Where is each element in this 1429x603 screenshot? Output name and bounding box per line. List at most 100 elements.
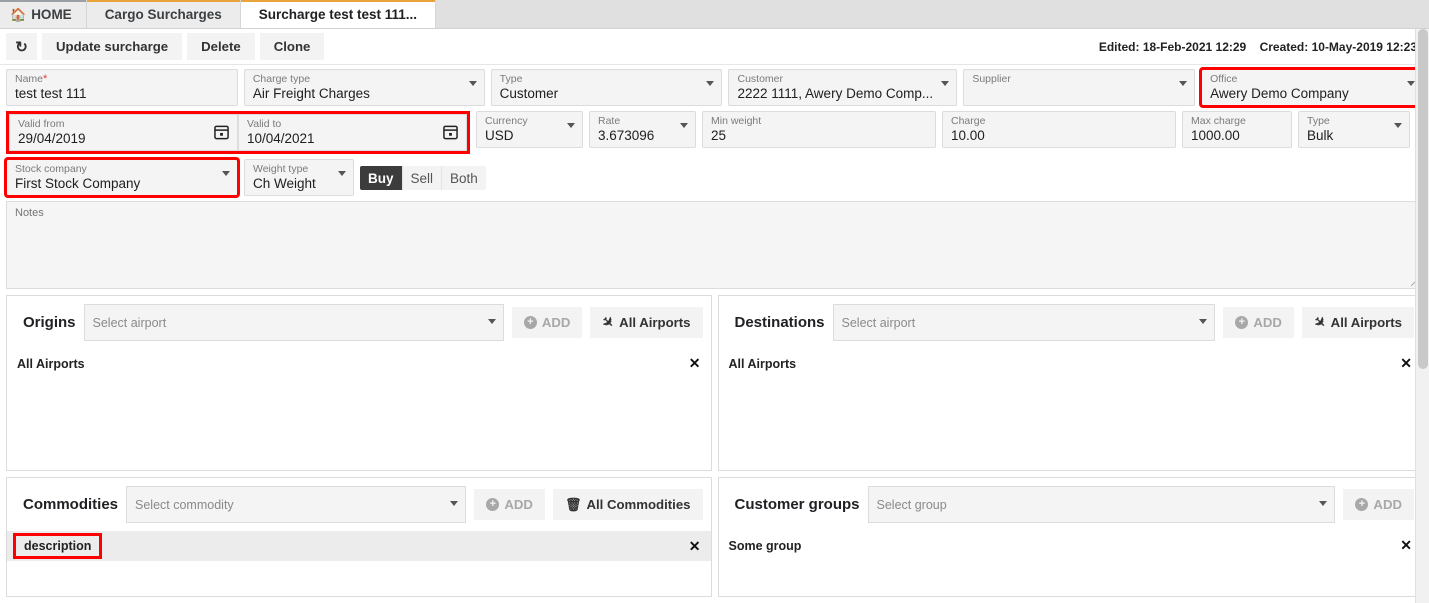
tab-home[interactable]: 🏠 HOME [0,0,87,28]
type-label: Type [500,73,714,85]
stock-company-select[interactable]: Stock company First Stock Company [6,159,238,196]
validity-highlight-group: Valid from 29/04/2019 Valid to 10/04/202… [6,111,470,154]
plus-circle-icon: + [1355,498,1368,511]
destinations-row-label: All Airports [729,357,797,371]
toggle-option-both[interactable]: Both [442,166,486,190]
tab-cargo-surcharges[interactable]: Cargo Surcharges [87,0,241,28]
tab-home-label: HOME [31,7,72,22]
chevron-down-icon [469,81,477,86]
chevron-down-icon [1394,123,1402,128]
chevron-down-icon [941,81,949,86]
destinations-airport-placeholder: Select airport [842,316,916,330]
notes-label: Notes [15,207,1414,219]
notes-textarea[interactable]: Notes [6,201,1423,289]
charge-type-select[interactable]: Charge type Air Freight Charges [244,69,485,106]
calendar-icon[interactable] [214,124,229,140]
origins-all-airports-label: All Airports [619,315,690,330]
min-weight-field[interactable]: Min weight 25 [702,111,936,148]
chevron-down-icon [706,81,714,86]
charge-value: 10.00 [951,127,1167,145]
refresh-icon: ↻ [15,38,28,56]
origins-airport-select[interactable]: Select airport [84,304,504,341]
action-toolbar: ↻ Update surcharge Delete Clone Edited: … [0,29,1429,65]
vertical-scrollbar[interactable] [1415,29,1429,603]
origins-add-button[interactable]: + ADD [512,307,583,338]
currency-label: Currency [485,115,574,127]
toggle-option-sell[interactable]: Sell [403,166,443,190]
valid-to-field[interactable]: Valid to 10/04/2021 [238,114,467,151]
origins-panel: Origins Select airport + ADD ✈ All Airpo… [6,295,712,471]
clone-button[interactable]: Clone [260,33,325,60]
min-weight-value: 25 [711,127,927,145]
origins-header: Origins Select airport + ADD ✈ All Airpo… [7,296,711,341]
plus-circle-icon: + [486,498,499,511]
buy-sell-both-toggle[interactable]: Buy Sell Both [360,166,486,190]
commodities-add-button[interactable]: + ADD [474,489,545,520]
type-value: Customer [500,85,714,103]
scrollbar-thumb[interactable] [1418,29,1428,369]
destinations-header: Destinations Select airport + ADD ✈ All … [719,296,1423,341]
valid-from-label: Valid from [18,118,229,130]
commodities-row-label: description [13,533,102,559]
name-value: test test 111 [15,85,229,103]
remove-commodity-icon[interactable]: ✕ [689,538,701,555]
commodities-row: description ✕ [7,531,711,561]
customer-select[interactable]: Customer 2222 1111, Awery Demo Comp... [728,69,957,106]
all-commodities-button[interactable]: 🗑 All Commodities [553,489,703,520]
chevron-down-icon [567,123,575,128]
origins-all-airports-button[interactable]: ✈ All Airports [590,307,702,338]
destinations-all-airports-button[interactable]: ✈ All Airports [1302,307,1414,338]
airplane-icon: ✈ [598,312,618,332]
customer-groups-add-button[interactable]: + ADD [1343,489,1414,520]
customer-groups-panel: Customer groups Select group + ADD Some … [718,477,1424,597]
calendar-icon[interactable] [443,124,458,140]
supplier-select[interactable]: Supplier [963,69,1195,106]
destinations-airport-select[interactable]: Select airport [833,304,1216,341]
remove-customer-group-icon[interactable]: ✕ [1400,537,1412,554]
name-label: Name [15,73,43,85]
customer-groups-add-label: ADD [1373,497,1402,512]
locations-panels: Origins Select airport + ADD ✈ All Airpo… [0,295,1429,471]
chevron-down-icon [1407,81,1415,86]
weight-type-label: Weight type [253,163,345,175]
commodities-title: Commodities [15,496,118,513]
rate-field[interactable]: Rate 3.673096 [589,111,696,148]
destinations-title: Destinations [727,314,825,331]
type-select[interactable]: Type Customer [491,69,723,106]
currency-select[interactable]: Currency USD [476,111,583,148]
record-timestamps: Edited: 18-Feb-2021 12:29 Created: 10-Ma… [1089,40,1417,54]
remove-origin-icon[interactable]: ✕ [689,355,701,372]
required-marker: * [43,73,47,85]
delete-button[interactable]: Delete [187,33,255,60]
plus-circle-icon: + [524,316,537,329]
toggle-option-buy[interactable]: Buy [360,166,403,190]
edited-timestamp: Edited: 18-Feb-2021 12:29 [1099,40,1246,54]
chevron-down-icon [450,501,458,506]
customer-group-select[interactable]: Select group [868,486,1336,523]
charge-type-value: Air Freight Charges [253,85,476,103]
commodities-header: Commodities Select commodity + ADD 🗑 All… [7,478,711,523]
weight-type-select[interactable]: Weight type Ch Weight [244,159,354,196]
airplane-icon: ✈ [1310,312,1330,332]
customer-value: 2222 1111, Awery Demo Comp... [737,85,948,103]
refresh-button[interactable]: ↻ [6,33,37,60]
max-charge-field[interactable]: Max charge 1000.00 [1182,111,1292,148]
commodity-panels: Commodities Select commodity + ADD 🗑 All… [0,477,1429,597]
rate-value: 3.673096 [598,127,687,145]
remove-destination-icon[interactable]: ✕ [1400,355,1412,372]
tab-surcharge-detail[interactable]: Surcharge test test 111... [241,0,436,28]
chevron-down-icon [680,123,688,128]
chevron-down-icon [1199,319,1207,324]
charge-calc-type-select[interactable]: Type Bulk [1298,111,1410,148]
valid-from-value: 29/04/2019 [18,130,229,148]
office-select[interactable]: Office Awery Demo Company [1201,69,1423,106]
destinations-add-button[interactable]: + ADD [1223,307,1294,338]
commodities-panel: Commodities Select commodity + ADD 🗑 All… [6,477,712,597]
name-field[interactable]: Name* test test 111 [6,69,238,106]
valid-from-field[interactable]: Valid from 29/04/2019 [9,114,238,151]
commodities-add-label: ADD [504,497,533,512]
charge-field[interactable]: Charge 10.00 [942,111,1176,148]
commodity-select[interactable]: Select commodity [126,486,466,523]
update-surcharge-button[interactable]: Update surcharge [42,33,182,60]
home-icon: 🏠 [10,8,26,21]
